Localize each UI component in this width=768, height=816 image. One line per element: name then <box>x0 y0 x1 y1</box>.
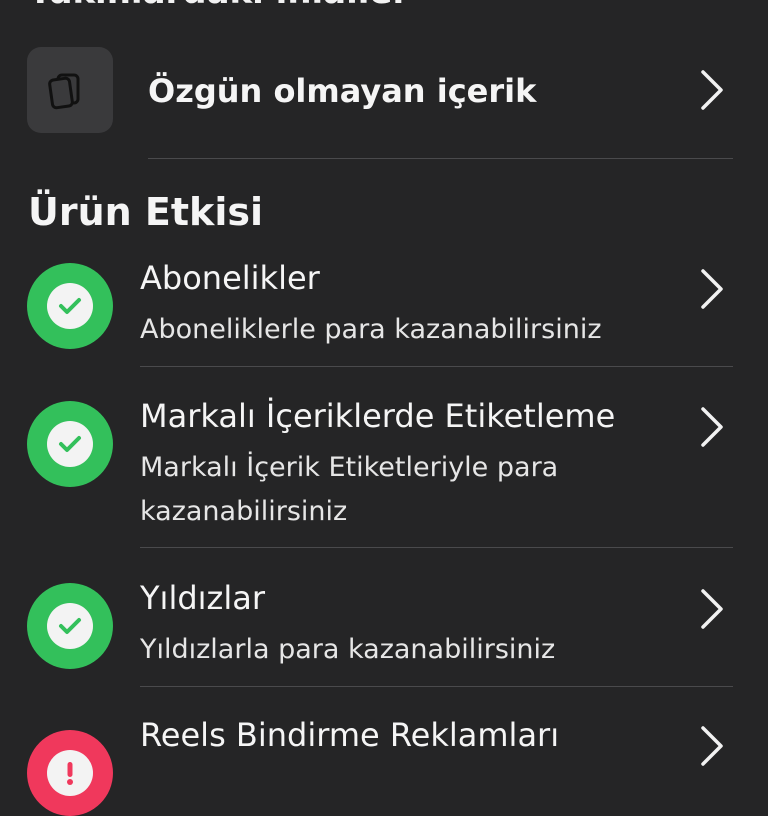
checkmark-icon <box>59 298 81 314</box>
exclamation-icon <box>67 762 73 785</box>
item-title: Yıldızlar <box>140 579 265 617</box>
list-item-subscriptions[interactable]: Abonelikler Aboneliklerle para kazanabil… <box>0 245 768 367</box>
section-title: Ürün Etkisi <box>28 190 263 234</box>
copy-documents-icon <box>27 47 113 133</box>
item-description: Markalı İçerik Etiketleriyle para kazana… <box>140 452 559 527</box>
chevron-right-icon[interactable] <box>694 405 728 449</box>
checkmark-icon <box>59 436 81 452</box>
status-ok-badge <box>27 401 113 487</box>
item-title: Reels Bindirme Reklamları <box>140 716 560 754</box>
chevron-right-icon[interactable] <box>694 68 728 112</box>
item-description: Aboneliklerle para kazanabilirsiniz <box>140 314 602 345</box>
chevron-right-icon[interactable] <box>694 587 728 631</box>
status-ok-badge <box>27 263 113 349</box>
chevron-right-icon[interactable] <box>694 267 728 311</box>
status-ok-badge <box>27 583 113 669</box>
list-item-branded-content[interactable]: Markalı İçeriklerde Etiketleme Markalı İ… <box>0 383 768 547</box>
divider <box>140 547 733 548</box>
divider <box>140 366 733 367</box>
list-item-stars[interactable]: Yıldızlar Yıldızlarla para kazanabilirsi… <box>0 565 768 685</box>
item-description: Yıldızlarla para kazanabilirsiniz <box>140 634 556 665</box>
original-content-row[interactable]: Özgün olmayan içerik <box>0 40 768 140</box>
divider <box>148 158 733 159</box>
checkmark-icon <box>59 618 81 634</box>
item-title: Markalı İçeriklerde Etiketleme <box>140 397 616 435</box>
original-content-label: Özgün olmayan içerik <box>148 72 537 110</box>
chevron-right-icon[interactable] <box>694 724 728 768</box>
item-title: Abonelikler <box>140 259 320 297</box>
page-header: Yakınlardaki ihlaller <box>28 0 409 12</box>
status-warning-badge <box>27 730 113 816</box>
divider <box>140 686 733 687</box>
list-item-reels-overlay-ads[interactable]: Reels Bindirme Reklamları <box>0 702 768 816</box>
